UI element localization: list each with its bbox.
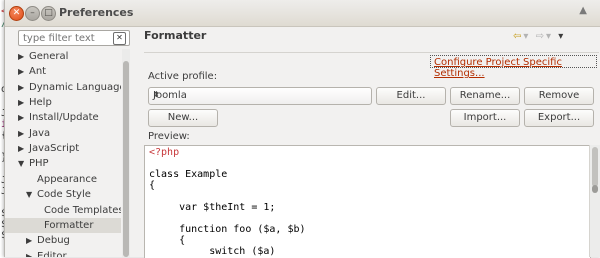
code-line: class Example — [149, 169, 228, 180]
forward-arrow-icon[interactable]: ⇨ — [536, 31, 546, 42]
title-bar[interactable]: ✕ – □ Preferences ▲ — [5, 0, 600, 27]
filter-input[interactable] — [19, 31, 113, 45]
tree-item-editor[interactable]: ▶ Editor — [5, 249, 121, 257]
window-title: Preferences — [59, 6, 134, 19]
tree-scrollbar-thumb[interactable] — [123, 61, 129, 257]
new-profile-button[interactable]: New... — [148, 109, 218, 127]
tree-item-label: Ant — [29, 66, 47, 77]
tree-item-install-update[interactable]: ▶ Install/Update — [5, 110, 121, 125]
configure-project-settings-link[interactable]: Configure Project Specific Settings... — [434, 57, 600, 79]
active-profile-select[interactable]: Joomla ⬍ — [148, 87, 372, 105]
tree-item-label: Editor — [37, 251, 67, 257]
preview-scrollbar-grip[interactable] — [592, 185, 598, 193]
updown-icon: ⬍ — [153, 90, 160, 99]
preview-label: Preview: — [148, 131, 190, 142]
tree-item-dynamic-languages[interactable]: ▶ Dynamic Languages — [5, 80, 121, 95]
tree-item-label: Code Templates — [44, 205, 121, 216]
code-line: function foo ($a, $b) — [149, 224, 306, 235]
tree-item-label: Dynamic Languages — [29, 82, 121, 93]
export-button[interactable]: Export... — [524, 109, 594, 127]
code-line: { — [149, 180, 156, 191]
tree-item-label: General — [29, 51, 69, 62]
filter-field[interactable]: ✕ — [18, 30, 130, 46]
tree-item-php[interactable]: ▼ PHP — [5, 156, 121, 171]
tree-item-formatter[interactable]: Formatter — [5, 218, 121, 233]
code-line: var $theInt = 1; — [149, 202, 276, 213]
preferences-dialog: ✕ – □ Preferences ▲ ✕ ▶ General ▶ Ant ▶ … — [4, 0, 600, 258]
maximize-window-button[interactable]: □ — [41, 6, 56, 21]
edit-button[interactable]: Edit... — [376, 87, 446, 105]
tree-item-label: Code Style — [37, 189, 91, 200]
rename-button[interactable]: Rename... — [450, 87, 520, 105]
tree-item-label: Help — [29, 97, 52, 108]
tree-item-label: PHP — [29, 158, 49, 169]
view-menu-icon[interactable]: ▾ — [558, 31, 565, 42]
forward-menu-icon[interactable]: ▾ — [546, 31, 553, 42]
import-button[interactable]: Import... — [450, 109, 520, 127]
tree-item-label: Debug — [37, 235, 70, 246]
page-title: Formatter — [144, 29, 207, 42]
remove-button[interactable]: Remove — [524, 87, 594, 105]
preview-code-area[interactable]: <?php class Example { var $theInt = 1; f… — [144, 145, 591, 258]
collapse-arrow-icon[interactable]: ▼ — [26, 187, 32, 202]
code-line: switch ($a) — [149, 246, 276, 257]
tree-item-ant[interactable]: ▶ Ant — [5, 64, 121, 79]
tree-item-label: Appearance — [37, 174, 98, 185]
tree-item-code-style[interactable]: ▼ Code Style — [5, 187, 121, 202]
header-divider — [144, 52, 599, 53]
preference-tree: ▶ General ▶ Ant ▶ Dynamic Languages ▶ He… — [5, 49, 121, 257]
tree-item-help[interactable]: ▶ Help — [5, 95, 121, 110]
history-navigation: ⇦▾ ⇨▾ ▾ — [513, 31, 565, 42]
collapse-arrow-icon[interactable]: ▼ — [18, 156, 24, 171]
expand-arrow-icon[interactable]: ▶ — [18, 64, 24, 79]
tree-item-label: Install/Update — [29, 112, 99, 123]
close-window-button[interactable]: ✕ — [9, 6, 24, 21]
expand-arrow-icon[interactable]: ▶ — [18, 95, 24, 110]
tree-scrollbar[interactable] — [122, 49, 130, 257]
back-menu-icon[interactable]: ▾ — [523, 31, 530, 42]
expand-arrow-icon[interactable]: ▶ — [26, 249, 32, 257]
tree-item-debug[interactable]: ▶ Debug — [5, 233, 121, 248]
tree-item-code-templates[interactable]: Code Templates — [5, 203, 121, 218]
active-profile-label: Active profile: — [148, 71, 218, 82]
tree-item-appearance[interactable]: Appearance — [5, 172, 121, 187]
expand-arrow-icon[interactable]: ▶ — [18, 49, 24, 64]
clear-filter-icon[interactable]: ✕ — [113, 32, 126, 45]
tree-item-label: JavaScript — [29, 143, 80, 154]
tree-item-label: Java — [29, 128, 51, 139]
tree-item-general[interactable]: ▶ General — [5, 49, 121, 64]
expand-arrow-icon[interactable]: ▶ — [18, 141, 24, 156]
minimize-window-button[interactable]: – — [25, 6, 40, 21]
preview-scrollbar[interactable] — [589, 145, 600, 257]
back-arrow-icon[interactable]: ⇦ — [513, 31, 523, 42]
expand-arrow-icon[interactable]: ▶ — [18, 126, 24, 141]
tree-item-label: Formatter — [44, 220, 94, 231]
code-line: <?php — [149, 147, 180, 158]
preview-scrollbar-thumb[interactable] — [592, 147, 598, 187]
chevron-up-icon[interactable]: ▲ — [579, 5, 587, 16]
expand-arrow-icon[interactable]: ▶ — [18, 80, 24, 95]
tree-item-javascript[interactable]: ▶ JavaScript — [5, 141, 121, 156]
tree-item-java[interactable]: ▶ Java — [5, 126, 121, 141]
expand-arrow-icon[interactable]: ▶ — [18, 110, 24, 125]
code-line: { — [149, 235, 186, 246]
expand-arrow-icon[interactable]: ▶ — [26, 233, 32, 248]
